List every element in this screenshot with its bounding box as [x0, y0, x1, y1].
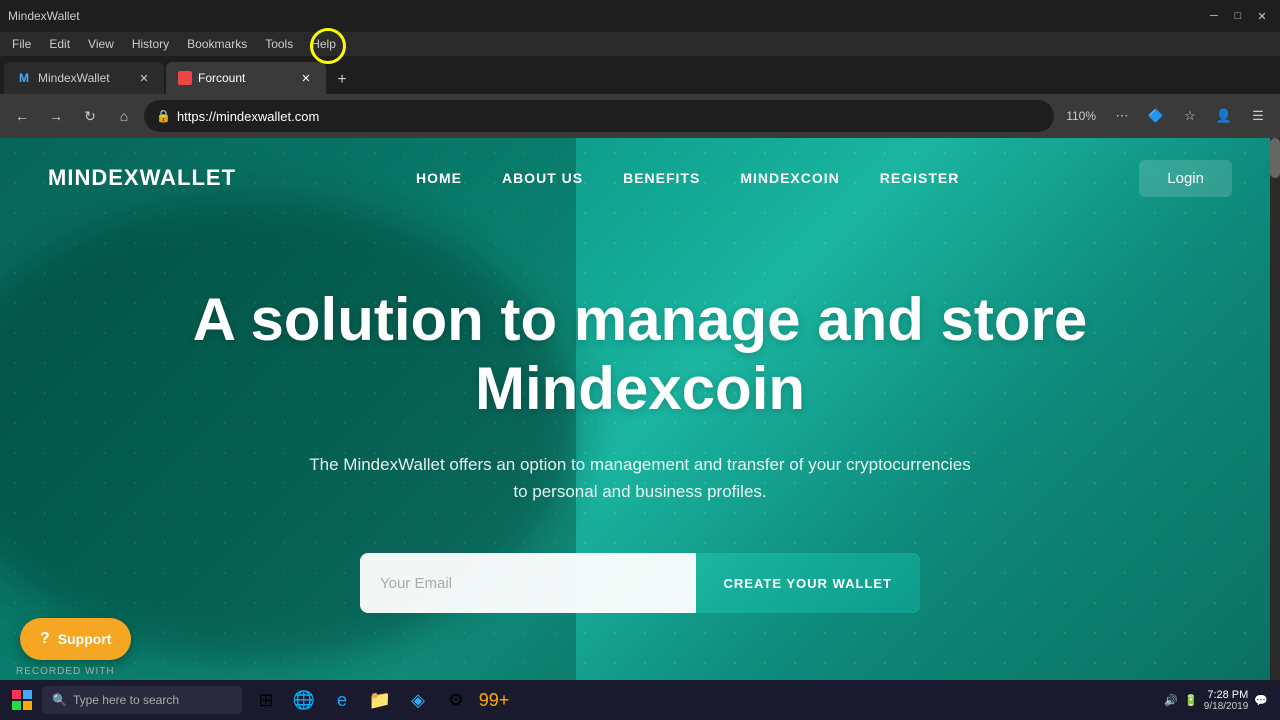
support-icon: ?	[40, 630, 50, 648]
menu-history[interactable]: History	[124, 35, 177, 53]
logo-text-before: MINDE	[48, 165, 124, 190]
nav-home[interactable]: HOME	[416, 170, 462, 186]
taskbar: 🔍 Type here to search ⊞ 🌐 e 📁 ◈ ⚙ 99+ 🔊 …	[0, 680, 1280, 720]
taskbar-app-edge[interactable]: 🌐	[286, 682, 322, 718]
recorded-with-text: RECORDED WITH	[16, 666, 221, 677]
nav-links: HOME ABOUT US BENEFITS MINDEXCOIN REGIST…	[416, 170, 959, 186]
more-tools-button[interactable]: ⋯	[1108, 102, 1136, 130]
tab-title-forcount: Forcount	[198, 71, 292, 85]
support-button[interactable]: ? Support	[20, 618, 131, 660]
logo-text-after: WALLET	[140, 165, 236, 190]
create-wallet-button[interactable]: CREATE YOUR WALLET	[696, 553, 920, 613]
hero-title: A solution to manage and store Mindexcoi…	[193, 285, 1088, 423]
close-button[interactable]: ✕	[1252, 6, 1272, 26]
tab-favicon-mindexwallet: M	[16, 70, 32, 86]
lock-icon: 🔒	[156, 109, 171, 123]
tab-close-mindexwallet[interactable]: ✕	[136, 70, 152, 86]
menu-file[interactable]: File	[4, 35, 39, 53]
taskbar-app-dropbox[interactable]: ◈	[400, 682, 436, 718]
container-icon[interactable]: 🔷	[1142, 102, 1170, 130]
new-tab-button[interactable]: +	[328, 66, 356, 94]
hero-title-line1: A solution to manage and store	[193, 286, 1088, 353]
nav-benefits[interactable]: BENEFITS	[623, 170, 700, 186]
menu-bar: File Edit View History Bookmarks Tools H…	[0, 32, 1280, 56]
menu-help[interactable]: Help	[303, 35, 344, 53]
menu-button[interactable]: ☰	[1244, 102, 1272, 130]
tab-title-mindexwallet: MindexWallet	[38, 71, 130, 85]
tray-network[interactable]: 🔊	[1164, 694, 1178, 707]
tray-date: 9/18/2019	[1204, 701, 1249, 712]
menu-view[interactable]: View	[80, 35, 122, 53]
nav-about-us[interactable]: ABOUT US	[502, 170, 583, 186]
website-inner: MINDEXWALLET HOME ABOUT US BENEFITS MIND…	[0, 138, 1280, 720]
taskbar-tray: 🔊 🔋 7:28 PM 9/18/2019 💬	[1156, 689, 1276, 712]
start-button[interactable]	[4, 682, 40, 718]
bookmark-button[interactable]: ☆	[1176, 102, 1204, 130]
window-controls: ─ □ ✕	[1204, 6, 1272, 26]
hero-content: A solution to manage and store Mindexcoi…	[0, 218, 1280, 720]
browser-window: MindexWallet ─ □ ✕ File Edit View Histor…	[0, 0, 1280, 138]
tray-time: 7:28 PM	[1204, 689, 1249, 701]
back-button[interactable]: ←	[8, 102, 36, 130]
menu-tools[interactable]: Tools	[257, 35, 301, 53]
home-button[interactable]: ⌂	[110, 102, 138, 130]
window-title: MindexWallet	[8, 9, 80, 23]
forward-button[interactable]: →	[42, 102, 70, 130]
minimize-button[interactable]: ─	[1204, 6, 1224, 26]
taskbar-app-taskview[interactable]: ⊞	[248, 682, 284, 718]
search-text: Type here to search	[73, 693, 179, 707]
website-content: MINDEXWALLET HOME ABOUT US BENEFITS MIND…	[0, 138, 1280, 720]
menu-bookmarks[interactable]: Bookmarks	[179, 35, 255, 53]
maximize-button[interactable]: □	[1228, 6, 1248, 26]
taskbar-apps: ⊞ 🌐 e 📁 ◈ ⚙ 99+	[244, 682, 1154, 718]
site-nav: MINDEXWALLET HOME ABOUT US BENEFITS MIND…	[0, 138, 1280, 218]
email-input[interactable]	[360, 575, 696, 592]
reload-button[interactable]: ↻	[76, 102, 104, 130]
address-bar[interactable]: 🔒 https://mindexwallet.com	[144, 100, 1054, 132]
tab-close-forcount[interactable]: ✕	[298, 70, 314, 86]
site-logo: MINDEXWALLET	[48, 165, 236, 191]
tray-battery[interactable]: 🔋	[1184, 694, 1198, 707]
tab-bar: M MindexWallet ✕ Forcount ✕ +	[0, 56, 1280, 94]
browser-navbar: ← → ↻ ⌂ 🔒 https://mindexwallet.com 110% …	[0, 94, 1280, 138]
reader-mode-button[interactable]: 👤	[1210, 102, 1238, 130]
tab-favicon-forcount	[178, 71, 192, 85]
taskbar-search[interactable]: 🔍 Type here to search	[42, 686, 242, 714]
menu-edit[interactable]: Edit	[41, 35, 78, 53]
hero-title-line2: Mindexcoin	[475, 355, 805, 422]
zoom-level: 110%	[1060, 109, 1102, 123]
taskbar-app-app6[interactable]: ⚙	[438, 682, 474, 718]
taskbar-app-ie[interactable]: e	[324, 682, 360, 718]
url-text: https://mindexwallet.com	[177, 109, 1042, 124]
login-button[interactable]: Login	[1139, 160, 1232, 197]
nav-mindexcoin[interactable]: MINDEXCOIN	[740, 170, 839, 186]
tray-notifications[interactable]: 💬	[1254, 694, 1268, 707]
title-bar: MindexWallet ─ □ ✕	[0, 0, 1280, 32]
nav-register[interactable]: REGISTER	[880, 170, 960, 186]
hero-form: CREATE YOUR WALLET	[360, 553, 920, 613]
logo-x: X	[124, 165, 140, 190]
hero-subtitle: The MindexWallet offers an option to man…	[300, 451, 980, 505]
title-bar-left: MindexWallet	[8, 9, 80, 23]
search-icon: 🔍	[52, 693, 67, 707]
taskbar-app-folder[interactable]: 📁	[362, 682, 398, 718]
tab-mindexwallet[interactable]: M MindexWallet ✕	[4, 62, 164, 94]
tab-forcount[interactable]: Forcount ✕	[166, 62, 326, 94]
taskbar-app-badge[interactable]: 99+	[476, 682, 512, 718]
support-label: Support	[58, 631, 112, 647]
